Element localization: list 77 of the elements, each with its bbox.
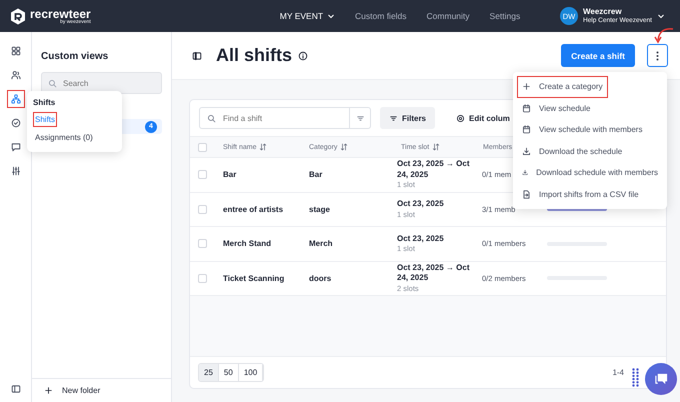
filters-button[interactable]: Filters bbox=[380, 107, 436, 129]
message-icon bbox=[10, 142, 20, 152]
page-range: 1-4 bbox=[612, 368, 624, 377]
search-input[interactable]: Search bbox=[61, 78, 141, 88]
time-slot: Oct 23, 2025 bbox=[397, 234, 479, 244]
chevron-down-icon bbox=[327, 12, 336, 20]
download-icon bbox=[522, 146, 531, 156]
search-icon bbox=[207, 114, 216, 122]
gear-icon bbox=[456, 114, 466, 122]
logo-text: recrewteer bbox=[30, 8, 91, 20]
category-cell-text: Bar bbox=[308, 170, 324, 180]
chat-icon bbox=[654, 372, 668, 386]
check-circle-icon bbox=[10, 118, 20, 128]
search-icon bbox=[48, 78, 57, 88]
shift-name: Bar bbox=[222, 170, 238, 180]
page-title: All shifts bbox=[216, 45, 292, 66]
menu-item[interactable]: View schedule with members bbox=[517, 119, 663, 140]
dots-icon bbox=[632, 368, 639, 387]
more-icon bbox=[656, 50, 659, 60]
shift-name: Ticket Scanning bbox=[222, 274, 286, 283]
panel-toggle-button[interactable] bbox=[10, 384, 20, 394]
time-slot: Oct 23, 2025 → Oct 24, 2025 bbox=[397, 262, 479, 284]
popover-item[interactable]: Shifts bbox=[33, 112, 58, 127]
hierarchy-icon bbox=[10, 94, 20, 104]
user-name: Weezcrew bbox=[583, 7, 623, 17]
time-slot: Oct 23, 2025 → Oct 24, 2025 bbox=[397, 159, 479, 180]
menu-item[interactable]: Import shifts from a CSV file bbox=[517, 184, 663, 205]
shift-name: entree of artists bbox=[222, 204, 284, 214]
more-button[interactable] bbox=[647, 44, 668, 67]
category-cell-text: doors bbox=[308, 274, 332, 283]
search-field[interactable]: Search bbox=[41, 72, 162, 94]
sidebar-title: Custom views bbox=[41, 51, 110, 62]
nav-link[interactable]: MY EVENT bbox=[280, 11, 336, 21]
category-cell-text: stage bbox=[308, 204, 331, 214]
menu-item[interactable]: Create a category bbox=[517, 76, 608, 98]
select-all-checkbox[interactable] bbox=[198, 142, 207, 152]
search-field[interactable]: Find a shift bbox=[199, 107, 371, 129]
popover-title: Shifts bbox=[33, 98, 56, 107]
nav-link[interactable]: Settings bbox=[490, 11, 520, 21]
calendar-icon bbox=[522, 104, 531, 113]
row-checkbox[interactable] bbox=[198, 170, 207, 180]
calendar-icon bbox=[522, 125, 531, 134]
nav-link[interactable]: Community bbox=[426, 11, 470, 21]
row-checkbox[interactable] bbox=[198, 274, 207, 283]
plus-icon bbox=[44, 386, 53, 395]
filter-icon bbox=[389, 114, 398, 122]
row-checkbox[interactable] bbox=[198, 239, 207, 248]
panel-toggle-button[interactable] bbox=[192, 50, 202, 60]
rail-button[interactable] bbox=[6, 90, 24, 108]
panel-icon bbox=[192, 50, 202, 60]
chevron-down-icon bbox=[656, 12, 665, 20]
sort-icon bbox=[432, 143, 440, 151]
shift-name: Merch Stand bbox=[222, 239, 272, 248]
page-size-option[interactable]: 25 bbox=[199, 364, 219, 381]
download-icon bbox=[522, 168, 528, 178]
sliders-icon bbox=[10, 166, 20, 176]
users-icon bbox=[10, 70, 20, 80]
annotation-arrow bbox=[652, 27, 674, 44]
sort-icon bbox=[340, 143, 348, 151]
info-icon bbox=[298, 50, 308, 60]
filter-icon bbox=[356, 114, 364, 122]
menu-item[interactable]: View schedule bbox=[517, 98, 663, 119]
menu-item[interactable]: Download schedule with members bbox=[517, 162, 663, 184]
panel-icon bbox=[10, 384, 20, 394]
menu-item[interactable]: Download the schedule bbox=[517, 140, 663, 162]
nav-link[interactable]: Custom fields bbox=[355, 11, 407, 21]
sort-icon bbox=[259, 143, 268, 151]
category-cell-text: Merch bbox=[308, 239, 334, 248]
logo-icon bbox=[10, 8, 26, 24]
grid-icon bbox=[10, 46, 20, 56]
plus-icon bbox=[522, 82, 531, 92]
create-shift-button[interactable]: Create a shift bbox=[561, 44, 635, 67]
row-checkbox[interactable] bbox=[198, 204, 207, 214]
popover-item[interactable]: Assignments (0) bbox=[33, 130, 95, 145]
edit-columns-button[interactable]: Edit colum bbox=[450, 112, 516, 124]
time-slot: Oct 23, 2025 bbox=[397, 199, 479, 210]
file-import-icon bbox=[522, 190, 531, 199]
